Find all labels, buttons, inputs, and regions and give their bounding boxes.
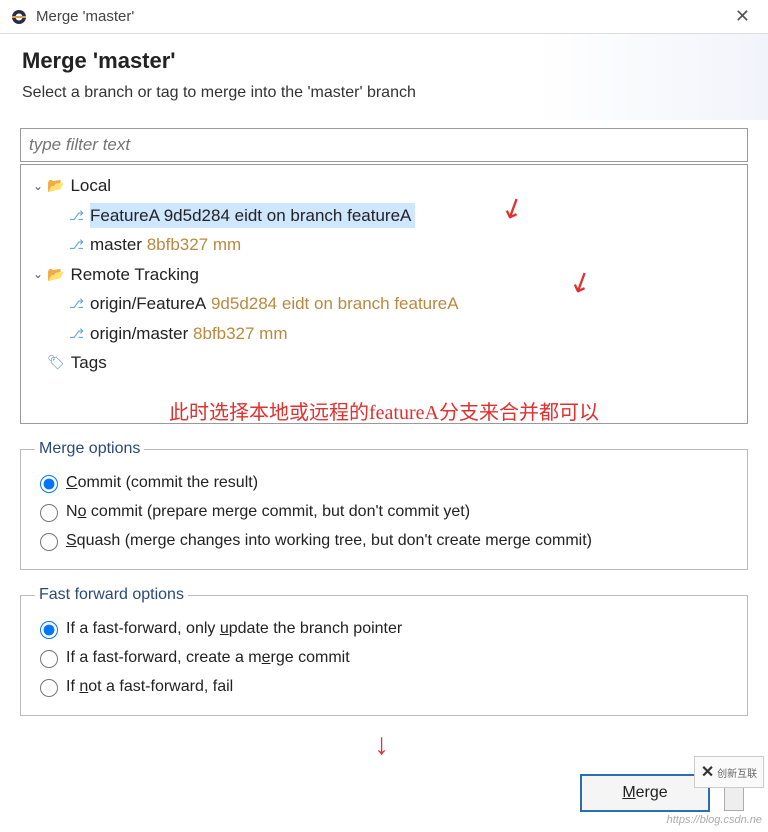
branch-hash: 9d5d284 eidt on branch featureA <box>211 291 459 317</box>
filter-input[interactable] <box>20 128 748 162</box>
radio-input[interactable] <box>40 650 58 668</box>
merge-options-group: Merge options Commit (commit the result)… <box>20 440 748 570</box>
folder-icon: 📂 <box>47 175 64 196</box>
merge-button[interactable]: Merge <box>580 774 710 812</box>
radio-input[interactable] <box>40 533 58 551</box>
window-title: Merge 'master' <box>36 8 727 25</box>
eclipse-icon <box>10 8 28 26</box>
group-legend: Merge options <box>35 440 144 458</box>
branch-hash: 8bfb327 mm <box>193 321 288 347</box>
fast-forward-group: Fast forward options If a fast-forward, … <box>20 586 748 716</box>
tree-item-origin-featurea[interactable]: ⎇ origin/FeatureA 9d5d284 eidt on branch… <box>25 289 743 319</box>
tree-item-master[interactable]: ⎇ master 8bfb327 mm <box>25 230 743 260</box>
tags-icon: 🏷 <box>47 352 65 373</box>
tree-group-local[interactable]: ⌄ 📂 Local <box>25 171 743 201</box>
branch-name: FeatureA <box>90 206 159 225</box>
radio-input[interactable] <box>40 475 58 493</box>
folder-icon: 📂 <box>47 264 64 285</box>
tree-item-featurea[interactable]: ⎇ FeatureA 9d5d284 eidt on branch featur… <box>25 201 743 231</box>
titlebar: Merge 'master' ✕ <box>0 0 768 34</box>
group-legend: Fast forward options <box>35 586 188 604</box>
chevron-down-icon[interactable]: ⌄ <box>33 177 47 195</box>
close-icon[interactable]: ✕ <box>727 6 758 27</box>
branch-hash: 8bfb327 mm <box>147 232 242 258</box>
branch-name: origin/master <box>90 321 188 347</box>
tree-label: Remote Tracking <box>70 262 199 288</box>
branch-tree[interactable]: ⌄ 📂 Local ⎇ FeatureA 9d5d284 eidt on bra… <box>20 164 748 424</box>
radio-input[interactable] <box>40 504 58 522</box>
radio-ff-update[interactable]: If a fast-forward, only update the branc… <box>35 614 733 643</box>
annotation-text: 此时选择本地或远程的featureA分支来合并都可以 <box>25 396 743 425</box>
branch-name: origin/FeatureA <box>90 291 206 317</box>
annotation-arrow-down-icon: ↓ <box>374 728 389 762</box>
branch-hash: 9d5d284 eidt on branch featureA <box>164 206 412 225</box>
branch-icon: ⎇ <box>69 294 84 314</box>
radio-input[interactable] <box>40 679 58 697</box>
tree-label: Local <box>70 173 111 199</box>
branch-icon: ⎇ <box>69 324 84 344</box>
radio-ff-fail[interactable]: If not a fast-forward, fail <box>35 672 733 701</box>
branch-name: master <box>90 232 142 258</box>
radio-input[interactable] <box>40 621 58 639</box>
tree-group-remote[interactable]: ⌄ 📂 Remote Tracking <box>25 260 743 290</box>
watermark-url: https://blog.csdn.ne <box>667 814 762 826</box>
radio-squash[interactable]: Squash (merge changes into working tree,… <box>35 526 733 555</box>
radio-ff-merge-commit[interactable]: If a fast-forward, create a merge commit <box>35 643 733 672</box>
tree-group-tags[interactable]: 🏷 Tags <box>25 348 743 378</box>
radio-no-commit[interactable]: No commit (prepare merge commit, but don… <box>35 497 733 526</box>
branch-icon: ⎇ <box>69 206 84 226</box>
tree-item-origin-master[interactable]: ⎇ origin/master 8bfb327 mm <box>25 319 743 349</box>
tree-label: Tags <box>71 350 107 376</box>
page-subtitle: Select a branch or tag to merge into the… <box>22 84 746 102</box>
chevron-down-icon[interactable]: ⌄ <box>33 265 47 283</box>
watermark-logo: ✕ 创新互联 <box>694 756 764 788</box>
dialog-header: Merge 'master' Select a branch or tag to… <box>0 34 768 120</box>
page-title: Merge 'master' <box>22 48 746 74</box>
branch-checked-icon: ⎇ <box>69 235 84 255</box>
radio-commit[interactable]: Commit (commit the result) <box>35 468 733 497</box>
